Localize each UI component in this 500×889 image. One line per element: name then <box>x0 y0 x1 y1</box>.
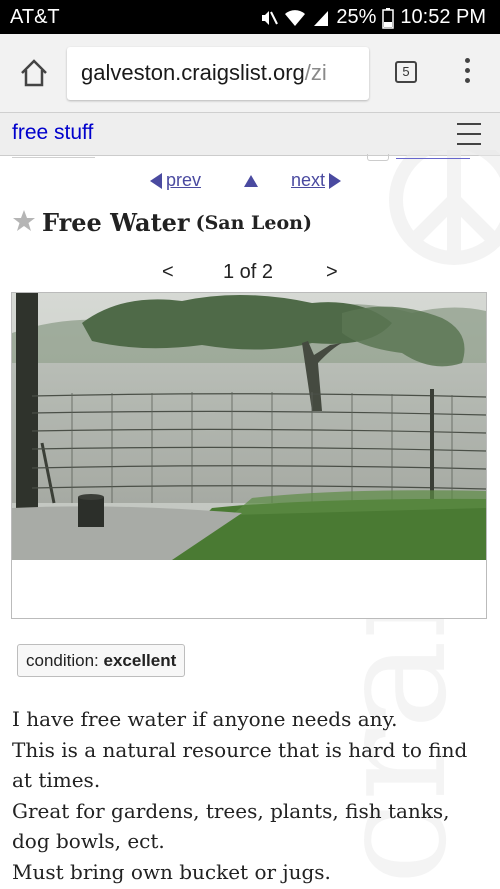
divider <box>12 157 95 158</box>
posting-title: Free Water (San Leon) <box>12 208 312 237</box>
divider <box>396 158 470 159</box>
body-line: at times. <box>12 768 101 792</box>
tab-switcher-button[interactable]: 5 <box>395 61 417 83</box>
overflow-menu-icon[interactable] <box>460 58 474 90</box>
page-title: Free Water <box>42 208 190 237</box>
condition-attribute: condition: excellent <box>17 644 186 677</box>
url-host: galveston.craigslist.org <box>81 60 305 85</box>
prev-label: prev <box>166 170 202 190</box>
next-label: next <box>291 170 326 190</box>
home-icon <box>21 59 47 87</box>
battery-icon <box>382 7 395 29</box>
url-bar[interactable]: galveston.craigslist.org/zi <box>67 47 369 100</box>
tab-count: 5 <box>402 64 410 79</box>
rainy-yard-photo <box>12 293 486 560</box>
prev-arrow-icon <box>150 172 162 189</box>
breadcrumb-free-stuff[interactable]: free stuff <box>12 121 93 145</box>
body-line: I have free water if anyone needs any. <box>12 707 398 731</box>
condition-label: condition: <box>26 651 104 670</box>
body-line: This is a natural resource that is hard … <box>12 737 468 762</box>
next-arrow-icon <box>329 172 342 189</box>
posting-image[interactable] <box>11 292 487 619</box>
posting-pager: prev next <box>0 170 500 194</box>
signal-icon <box>312 8 330 28</box>
posting-location: (San Leon) <box>195 211 312 234</box>
browser-toolbar: galveston.craigslist.org/zi 5 <box>0 34 500 113</box>
body-line: Great for gardens, trees, plants, fish t… <box>12 798 450 823</box>
image-next-button[interactable]: > <box>326 261 338 284</box>
carrier-label: AT&T <box>10 6 60 28</box>
battery-percent: 25% <box>336 6 377 28</box>
next-link[interactable]: next <box>291 170 342 191</box>
wifi-icon <box>284 8 306 28</box>
image-counter: 1 of 2 <box>223 261 274 283</box>
home-button[interactable] <box>18 57 50 89</box>
url-text: galveston.craigslist.org/zi <box>81 60 327 86</box>
star-icon[interactable] <box>12 209 36 237</box>
up-arrow-icon[interactable] <box>244 170 258 192</box>
status-icons: 25% 10:52 PM <box>258 6 486 29</box>
body-line: dog bowls, ect. <box>12 829 165 853</box>
site-header: free stuff <box>0 113 500 156</box>
body-line: Must bring own bucket or jugs. <box>12 859 331 884</box>
image-prev-button[interactable]: < <box>162 261 174 284</box>
divider <box>367 154 389 161</box>
status-bar: AT&T 25% 10:52 PM <box>0 0 500 34</box>
prev-link[interactable]: prev <box>150 170 201 191</box>
posting-body: I have free water if anyone needs any. T… <box>12 704 492 887</box>
image-navigation: < 1 of 2 > <box>0 261 500 287</box>
hamburger-menu-icon[interactable] <box>457 123 481 145</box>
clock: 10:52 PM <box>400 6 486 28</box>
url-path: /zi <box>304 60 327 85</box>
condition-value: excellent <box>103 651 177 670</box>
mute-icon <box>258 8 279 28</box>
